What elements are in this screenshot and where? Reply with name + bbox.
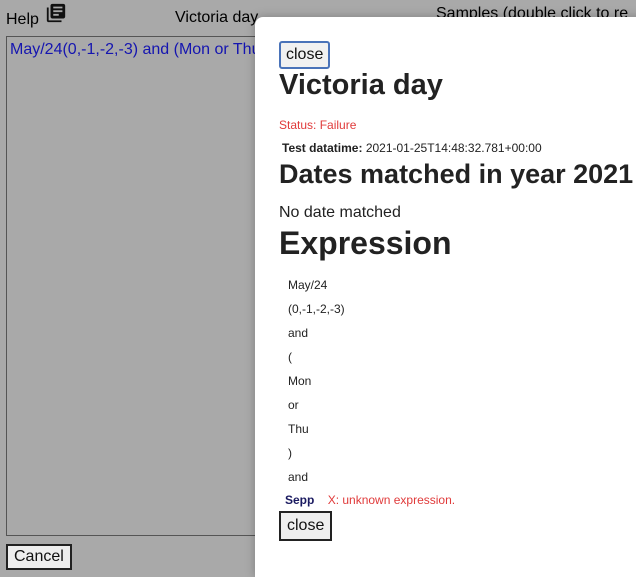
library-books-icon[interactable]	[45, 2, 67, 29]
dates-matched-heading: Dates matched in year 2021	[279, 159, 634, 189]
expression-token: or	[288, 398, 299, 412]
expression-token: and	[288, 326, 309, 340]
expression-token: (0,-1,-2,-3)	[288, 302, 345, 316]
expression-editor[interactable]: May/24(0,-1,-2,-3) and (Mon or Thu	[6, 36, 268, 536]
test-datatime: Test datatime: 2021-01-25T14:48:32.781+0…	[282, 141, 542, 155]
close-button-top[interactable]: close	[279, 41, 331, 69]
expression-token: and	[288, 470, 309, 484]
expression-token: )	[288, 446, 292, 460]
result-dialog: close Victoria day Status: Failure Test …	[255, 17, 636, 577]
help-link[interactable]: Help	[6, 3, 67, 29]
help-label: Help	[6, 10, 39, 28]
expression-token: Thu	[288, 422, 309, 436]
close-button-bottom[interactable]: close	[279, 511, 333, 541]
expression-token: May/24	[288, 278, 328, 292]
app-title: Victoria day	[175, 9, 259, 26]
expression-token: Mon	[288, 374, 312, 388]
test-datatime-label: Test datatime:	[282, 141, 363, 155]
error-row: Sepp X: unknown expression.	[285, 493, 455, 507]
status-text: Status: Failure	[279, 118, 357, 132]
expression-text: May/24(0,-1,-2,-3) and (Mon or Thu	[10, 41, 261, 58]
expression-token-list: May/24 (0,-1,-2,-3) and ( Mon or Thu ) a…	[288, 273, 345, 489]
cancel-button[interactable]: Cancel	[6, 544, 72, 570]
test-datatime-value: 2021-01-25T14:48:32.781+00:00	[365, 141, 542, 155]
error-message: X: unknown expression.	[327, 493, 456, 507]
no-date-text: No date matched	[279, 204, 401, 221]
dialog-title: Victoria day	[279, 69, 443, 101]
expression-token: (	[288, 350, 292, 364]
error-token: Sepp	[285, 493, 315, 507]
expression-heading: Expression	[279, 225, 452, 261]
